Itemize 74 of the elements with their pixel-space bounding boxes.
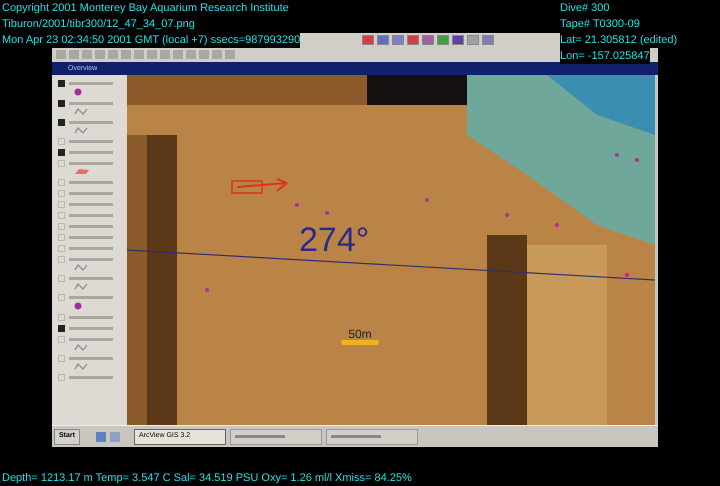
toolbar-icon[interactable] xyxy=(467,35,479,45)
blurred-layer-name xyxy=(69,140,113,143)
layer-checkbox[interactable] xyxy=(58,325,65,332)
sensor-readout: Depth= 1213.17 m Temp= 3.547 C Sal= 34.519 PSU Oxy= 1.26 ml/l Xmiss= 84.25% xyxy=(2,471,412,486)
blurred-layer-name xyxy=(69,151,113,154)
overlay-text: Mon Apr 23 02:34:50 2001 GMT (local +7) ssecs=987993290 xyxy=(2,32,300,48)
blurred-layer-name xyxy=(69,327,113,330)
toolbar-icon[interactable] xyxy=(482,35,494,45)
layer-checkbox[interactable] xyxy=(58,245,65,252)
blurred-layer-name xyxy=(69,181,113,184)
layer-checkbox[interactable] xyxy=(58,138,65,145)
line-symbol-icon xyxy=(74,127,88,134)
blurred-layer-name xyxy=(69,192,113,195)
toolbar-icon[interactable] xyxy=(422,35,434,45)
layer-checkbox[interactable] xyxy=(58,160,65,167)
blurred-layer-name xyxy=(69,162,113,165)
blurred-layer-name xyxy=(69,82,113,85)
taskbar-task[interactable] xyxy=(326,428,418,444)
line-symbol-icon xyxy=(74,283,88,290)
overlay-text: Copyright 2001 Monterey Bay Aquarium Research Institute xyxy=(2,0,289,16)
overlay-text: Tape# T0300-09 xyxy=(560,16,640,32)
blurred-layer-name xyxy=(69,102,113,105)
blurred-layer-name xyxy=(69,296,113,299)
blurred-layer-name xyxy=(69,357,113,360)
overlay-text: Lon= -157.025847 xyxy=(560,48,650,64)
blurred-layer-name xyxy=(69,247,113,250)
blurred-layer-name xyxy=(69,214,113,217)
dot-symbol-icon xyxy=(74,88,82,96)
toolbar-icon[interactable] xyxy=(377,35,389,45)
quick-launch-icon[interactable] xyxy=(96,432,106,442)
layer-checkbox[interactable] xyxy=(58,119,65,126)
blurred-layer-name xyxy=(69,338,113,341)
layer-checkbox[interactable] xyxy=(58,374,65,381)
blurred-layer-name xyxy=(69,277,113,280)
toolbar-icon[interactable] xyxy=(362,35,374,45)
line-symbol-icon xyxy=(74,108,88,115)
line-symbol-icon xyxy=(74,344,88,351)
layer-checkbox[interactable] xyxy=(58,201,65,208)
quick-launch-icon[interactable] xyxy=(110,432,120,442)
polygon-symbol-icon xyxy=(74,168,90,175)
layer-checkbox[interactable] xyxy=(58,212,65,219)
line-symbol-icon xyxy=(74,363,88,370)
layer-checkbox[interactable] xyxy=(58,149,65,156)
layer-checkbox[interactable] xyxy=(58,256,65,263)
heading-label: 274° xyxy=(299,223,370,257)
blurred-layer-name xyxy=(69,236,113,239)
taskbar-task[interactable] xyxy=(230,428,322,444)
layer-checkbox[interactable] xyxy=(58,100,65,107)
layer-checkbox[interactable] xyxy=(58,355,65,362)
layer-checkbox[interactable] xyxy=(58,336,65,343)
toolbar-icon[interactable] xyxy=(452,35,464,45)
layer-checkbox[interactable] xyxy=(58,190,65,197)
toolbar-icon[interactable] xyxy=(437,35,449,45)
blurred-layer-name xyxy=(69,225,113,228)
layer-checkbox[interactable] xyxy=(58,314,65,321)
overlay-text: Lat= 21.305812 (edited) xyxy=(560,32,678,48)
blurred-layer-name xyxy=(69,316,113,319)
blurred-layer-name xyxy=(69,121,113,124)
blurred-layer-name xyxy=(69,258,113,261)
layer-checkbox[interactable] xyxy=(58,80,65,87)
line-symbol-icon xyxy=(74,264,88,271)
overlay-text: Tiburon/2001/tibr300/12_47_34_07.png xyxy=(2,16,195,32)
scale-label: 50m xyxy=(348,328,372,340)
layer-checkbox[interactable] xyxy=(58,223,65,230)
blurred-layer-name xyxy=(69,203,113,206)
toolbar-icon[interactable] xyxy=(407,35,419,45)
layer-checkbox[interactable] xyxy=(58,179,65,186)
layer-checkbox[interactable] xyxy=(58,275,65,282)
layer-checkbox[interactable] xyxy=(58,294,65,301)
blurred-layer-name xyxy=(69,376,113,379)
dot-symbol-icon xyxy=(74,302,82,310)
scale-bar xyxy=(341,340,379,345)
layer-checkbox[interactable] xyxy=(58,234,65,241)
toolbar-icon[interactable] xyxy=(392,35,404,45)
